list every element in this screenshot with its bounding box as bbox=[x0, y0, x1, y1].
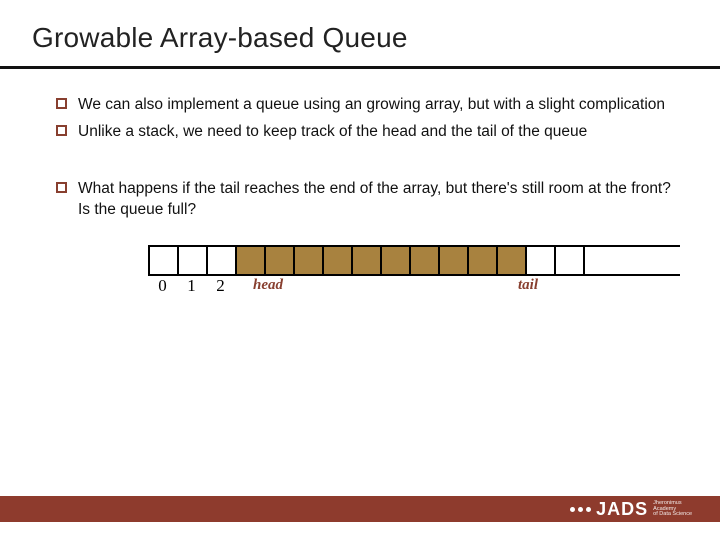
tail-pointer-label: tail bbox=[518, 275, 538, 295]
bullet-item: Unlike a stack, we need to keep track of… bbox=[56, 122, 680, 143]
array-cell bbox=[324, 247, 353, 274]
index-label: 0 bbox=[148, 275, 177, 298]
index-label: 1 bbox=[177, 275, 206, 298]
array-cell bbox=[527, 247, 556, 274]
bullet-item: We can also implement a queue using an g… bbox=[56, 95, 680, 116]
slide-title: Growable Array-based Queue bbox=[32, 22, 720, 54]
array-cell bbox=[295, 247, 324, 274]
array-cell bbox=[266, 247, 295, 274]
array-cell bbox=[498, 247, 527, 274]
bullet-text: We can also implement a queue using an g… bbox=[78, 96, 665, 113]
logo-subtitle: Jheronimus Academy of Data Science bbox=[653, 501, 692, 518]
head-pointer-label: head bbox=[253, 275, 283, 295]
array-cells bbox=[148, 245, 680, 276]
logo-text: JADS bbox=[596, 499, 648, 520]
array-cell bbox=[440, 247, 469, 274]
array-cell bbox=[179, 247, 208, 274]
logo-dots-icon bbox=[570, 507, 591, 512]
array-cell bbox=[353, 247, 382, 274]
array-cell bbox=[237, 247, 266, 274]
index-label: 2 bbox=[206, 275, 235, 298]
array-cell bbox=[556, 247, 585, 274]
array-diagram: 0 1 2 head tail bbox=[148, 245, 680, 276]
array-cell bbox=[411, 247, 440, 274]
bullet-text: Unlike a stack, we need to keep track of… bbox=[78, 123, 587, 140]
bullet-marker-icon bbox=[56, 125, 67, 136]
array-cell bbox=[382, 247, 411, 274]
index-row: 0 1 2 bbox=[148, 275, 235, 298]
array-cell bbox=[469, 247, 498, 274]
title-area: Growable Array-based Queue bbox=[0, 0, 720, 62]
content-area: We can also implement a queue using an g… bbox=[0, 69, 720, 276]
jads-logo: JADS Jheronimus Academy of Data Science bbox=[570, 499, 692, 520]
bullet-marker-icon bbox=[56, 98, 67, 109]
array-cell bbox=[150, 247, 179, 274]
bullet-item: What happens if the tail reaches the end… bbox=[56, 179, 680, 221]
bullet-text: What happens if the tail reaches the end… bbox=[78, 180, 671, 218]
bullet-marker-icon bbox=[56, 182, 67, 193]
array-cell bbox=[208, 247, 237, 274]
